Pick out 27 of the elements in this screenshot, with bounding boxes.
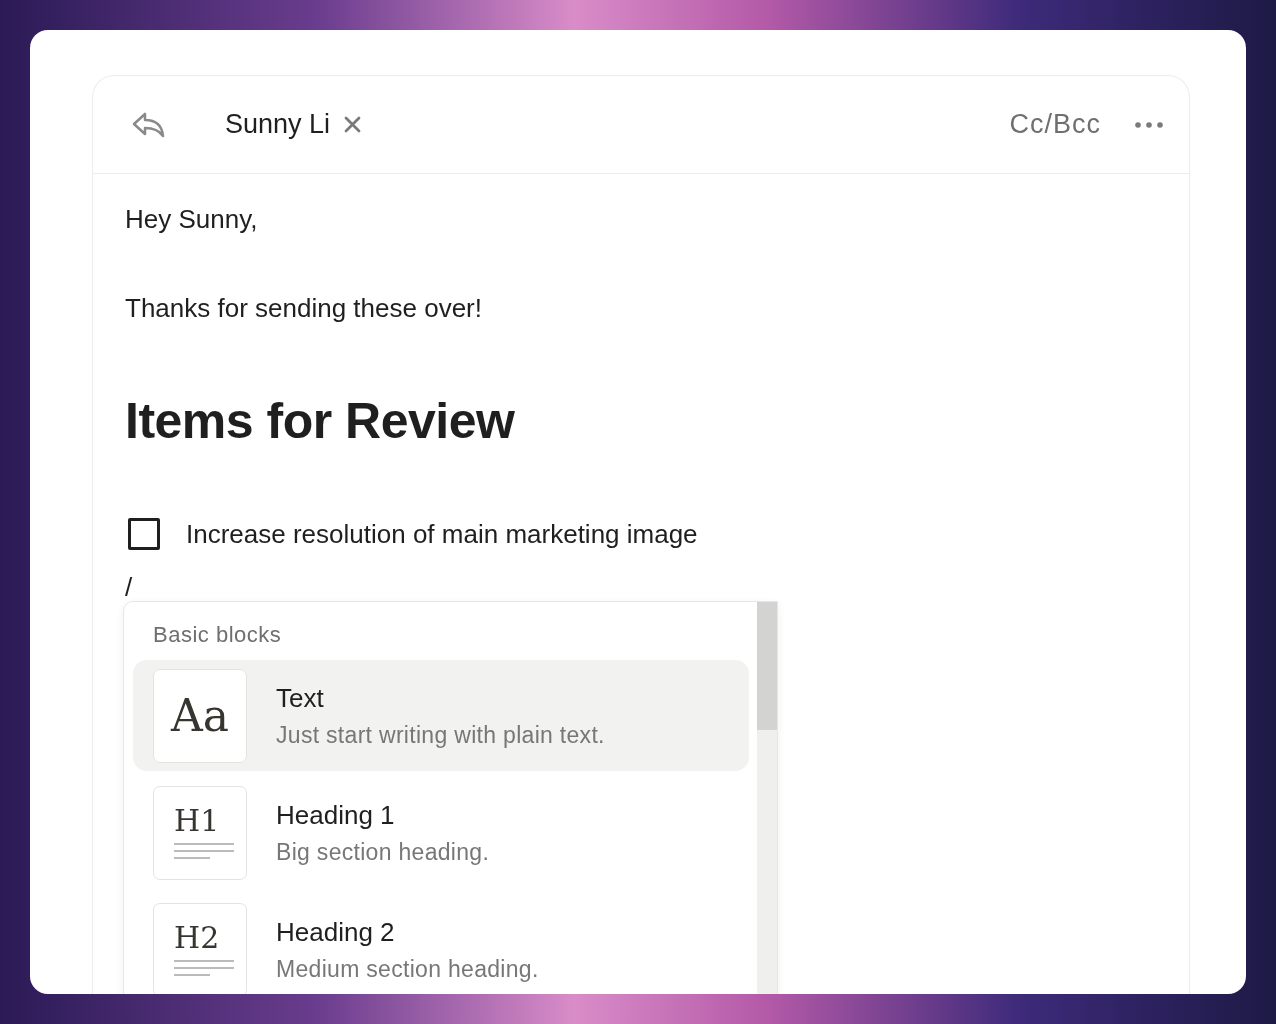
menu-item[interactable]: H1 Heading 1 Big section heading. [133, 777, 749, 888]
menu-section-label: Basic blocks [153, 622, 282, 648]
cc-bcc-link[interactable]: Cc/Bcc [1009, 109, 1101, 140]
block-title: Text [276, 682, 325, 714]
checklist-item-text: Increase resolution of main marketing image [186, 518, 698, 550]
menu-item[interactable]: H2 Heading 2 Medium section heading. [133, 894, 749, 994]
message-text: Thanks for sending these over! [125, 293, 483, 324]
text-lines-icon [174, 958, 234, 977]
block-description: Medium section heading. [276, 955, 539, 983]
block-title: Heading 2 [276, 916, 396, 948]
more-icon[interactable] [1135, 121, 1163, 128]
block-glyph: Aa [171, 690, 229, 741]
reply-icon[interactable] [131, 110, 165, 139]
close-icon[interactable] [344, 116, 362, 133]
scrollbar-thumb[interactable] [757, 602, 777, 730]
section-heading: Items for Review [125, 392, 516, 450]
block-glyph: H2 [174, 922, 220, 953]
checkbox[interactable] [128, 518, 160, 550]
greeting-text: Hey Sunny, [125, 204, 259, 235]
block-description: Just start writing with plain text. [276, 721, 605, 749]
block-description: Big section heading. [276, 838, 490, 866]
recipient-name: Sunny Li [225, 109, 331, 140]
block-title: Heading 1 [276, 799, 396, 831]
menu-item[interactable]: Aa Text Just start writing with plain text. [133, 660, 749, 771]
text-lines-icon [174, 841, 234, 860]
slash-command-text: / [125, 572, 133, 603]
block-glyph: H1 [174, 805, 220, 836]
